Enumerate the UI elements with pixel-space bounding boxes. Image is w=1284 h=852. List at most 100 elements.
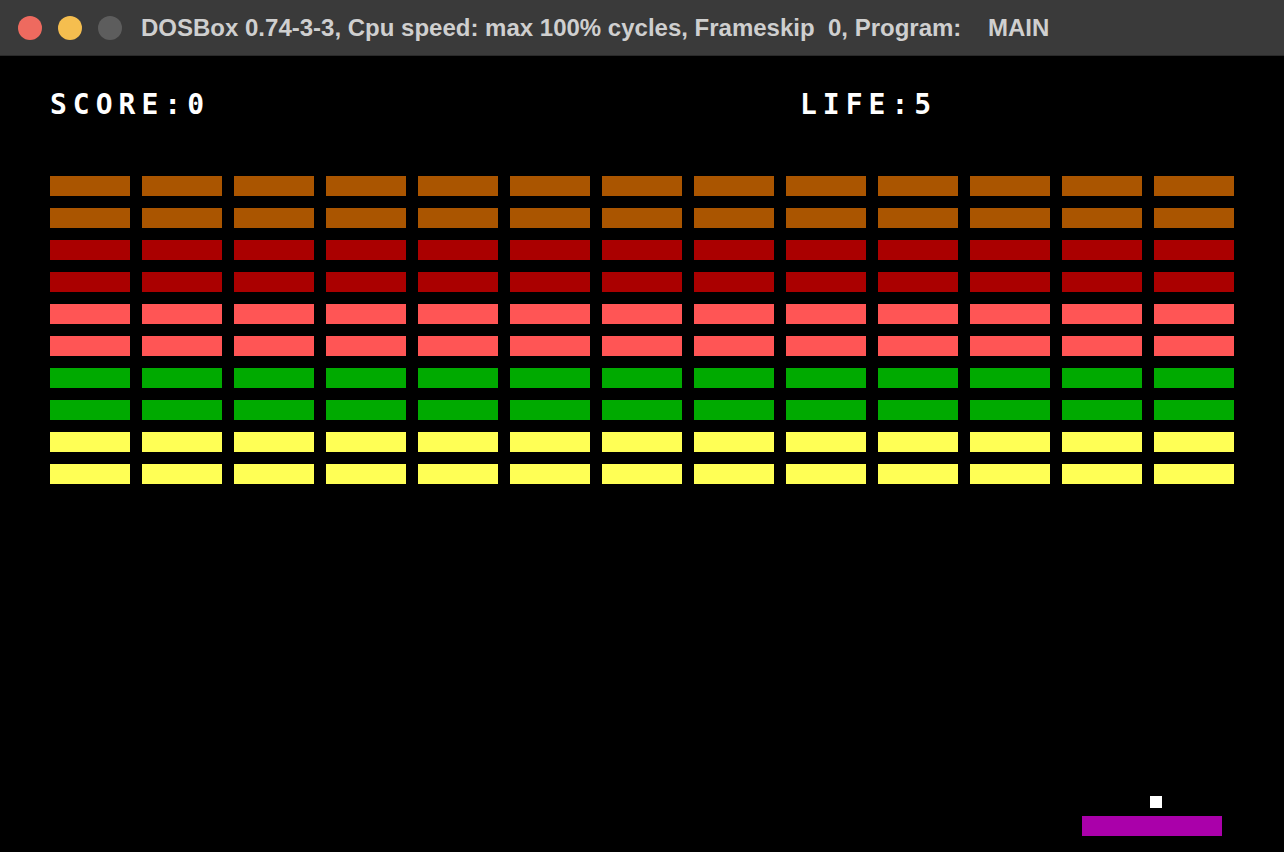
brick	[50, 176, 130, 196]
brick	[326, 432, 406, 452]
brick	[970, 432, 1050, 452]
brick	[50, 240, 130, 260]
brick	[418, 464, 498, 484]
brick	[50, 464, 130, 484]
brick	[142, 368, 222, 388]
zoom-icon[interactable]	[98, 16, 122, 40]
brick	[970, 240, 1050, 260]
brick	[878, 432, 958, 452]
brick	[326, 464, 406, 484]
brick	[1062, 464, 1142, 484]
brick	[234, 304, 314, 324]
brick	[50, 400, 130, 420]
minimize-icon[interactable]	[58, 16, 82, 40]
brick	[510, 464, 590, 484]
ball	[1150, 796, 1162, 808]
brick	[970, 336, 1050, 356]
brick	[418, 208, 498, 228]
brick	[970, 400, 1050, 420]
brick	[142, 400, 222, 420]
brick	[1154, 432, 1234, 452]
brick	[602, 400, 682, 420]
brick	[1062, 304, 1142, 324]
brick	[234, 368, 314, 388]
game-area: SCORE:0 LIFE:5	[0, 56, 1284, 852]
brick	[1062, 368, 1142, 388]
brick	[786, 464, 866, 484]
brick	[878, 240, 958, 260]
brick	[602, 336, 682, 356]
brick	[142, 176, 222, 196]
title-bar: DOSBox 0.74-3-3, Cpu speed: max 100% cyc…	[0, 0, 1284, 56]
brick	[142, 432, 222, 452]
brick	[326, 272, 406, 292]
brick	[50, 272, 130, 292]
brick	[326, 240, 406, 260]
close-icon[interactable]	[18, 16, 42, 40]
brick	[510, 208, 590, 228]
brick	[970, 272, 1050, 292]
brick	[326, 368, 406, 388]
brick	[694, 400, 774, 420]
brick	[694, 464, 774, 484]
brick-wall	[50, 176, 1234, 484]
brick	[1062, 432, 1142, 452]
brick	[326, 336, 406, 356]
brick	[786, 400, 866, 420]
brick	[1062, 208, 1142, 228]
brick	[694, 208, 774, 228]
brick	[326, 304, 406, 324]
hud: SCORE:0 LIFE:5	[50, 56, 1234, 120]
brick	[1154, 208, 1234, 228]
brick	[970, 176, 1050, 196]
brick	[970, 368, 1050, 388]
brick	[418, 272, 498, 292]
brick	[694, 272, 774, 292]
brick	[142, 208, 222, 228]
brick	[1062, 240, 1142, 260]
brick	[1062, 336, 1142, 356]
brick	[50, 304, 130, 324]
brick	[1154, 368, 1234, 388]
brick	[786, 208, 866, 228]
brick	[878, 176, 958, 196]
brick	[1062, 176, 1142, 196]
brick	[510, 336, 590, 356]
brick	[1062, 272, 1142, 292]
brick	[50, 336, 130, 356]
brick	[1154, 176, 1234, 196]
brick	[418, 240, 498, 260]
brick	[50, 432, 130, 452]
brick	[234, 400, 314, 420]
brick	[970, 304, 1050, 324]
brick	[602, 368, 682, 388]
brick	[510, 272, 590, 292]
brick	[878, 304, 958, 324]
brick	[326, 208, 406, 228]
brick	[234, 176, 314, 196]
brick	[510, 304, 590, 324]
paddle[interactable]	[1082, 816, 1222, 836]
brick	[878, 208, 958, 228]
brick	[510, 240, 590, 260]
brick	[694, 368, 774, 388]
brick	[50, 208, 130, 228]
dosbox-window: DOSBox 0.74-3-3, Cpu speed: max 100% cyc…	[0, 0, 1284, 852]
brick	[1154, 304, 1234, 324]
brick	[878, 272, 958, 292]
brick	[510, 368, 590, 388]
brick	[142, 240, 222, 260]
brick	[1154, 240, 1234, 260]
brick	[602, 240, 682, 260]
brick	[142, 272, 222, 292]
brick	[510, 432, 590, 452]
brick	[142, 464, 222, 484]
brick	[878, 368, 958, 388]
brick	[510, 176, 590, 196]
brick	[1062, 400, 1142, 420]
brick	[234, 464, 314, 484]
brick	[418, 304, 498, 324]
window-title: DOSBox 0.74-3-3, Cpu speed: max 100% cyc…	[141, 10, 1049, 46]
brick	[786, 272, 866, 292]
life-display: LIFE:5	[800, 90, 937, 120]
